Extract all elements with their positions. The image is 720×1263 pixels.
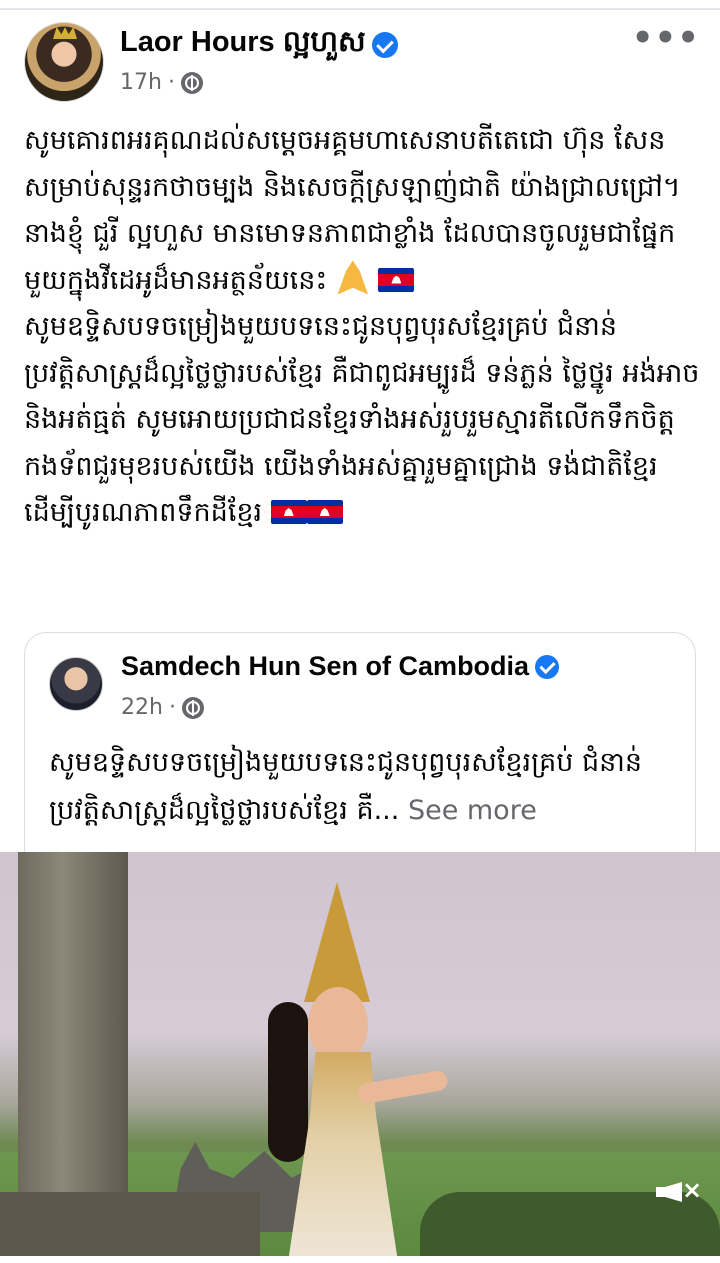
shared-post-text: សូមឧទ្ទិសបទចម្រៀងមួយបទនេះជូនបុព្វបុរសខ្ម… [49,747,643,826]
more-options-icon[interactable]: ••• [632,21,700,55]
shared-author-name[interactable]: Samdech Hun Sen of Cambodia [121,651,529,682]
top-divider [0,0,720,10]
video-dancer [268,882,450,1256]
post-paragraph-2: សូមឧទ្ទិសបទចម្រៀងមួយបទនេះជូនបុព្វបុរសខ្ម… [24,311,700,528]
cambodia-flag-icon [270,500,307,524]
volume-muted-icon[interactable]: × [656,1174,702,1208]
shared-post-meta: 22h · [121,695,204,720]
globe-icon[interactable] [180,71,203,94]
cambodia-flag-icon [378,267,415,292]
post-paragraph-1: សូមគោរពអរគុណដល់សម្តេចអគ្គមហាសេនាបតីតេជោ … [24,125,681,296]
see-more-link[interactable]: See more [408,795,537,826]
author-name[interactable]: Laor Hours ល្អហួស [120,24,366,66]
shared-post-card[interactable]: Samdech Hun Sen of Cambodia 22h · សូមឧទ្… [24,632,696,864]
verified-badge-icon [535,654,560,679]
verified-badge-icon [371,32,398,58]
meta-separator: · [167,70,175,95]
video-pillar-base [0,1192,260,1256]
shared-post-time[interactable]: 22h [121,695,163,720]
meta-separator: · [168,695,176,720]
post-meta: 17h · [120,70,203,95]
author-name-row[interactable]: Laor Hours ល្អហួស [120,24,398,66]
praying-hands-icon [337,260,369,295]
post-time[interactable]: 17h [120,70,162,95]
shared-author-row[interactable]: Samdech Hun Sen of Cambodia [121,651,560,682]
bottom-divider [0,1256,720,1263]
cambodia-flag-icon [306,500,343,524]
author-avatar[interactable] [24,22,104,102]
video-player[interactable]: × [0,852,720,1256]
globe-icon[interactable] [181,696,204,719]
post-text: សូមគោរពអរគុណដល់សម្តេចអគ្គមហាសេនាបតីតេជោ … [24,118,700,537]
shared-author-avatar[interactable] [49,657,103,711]
post-header: Laor Hours ល្អហួស 17h · ••• [24,20,704,106]
